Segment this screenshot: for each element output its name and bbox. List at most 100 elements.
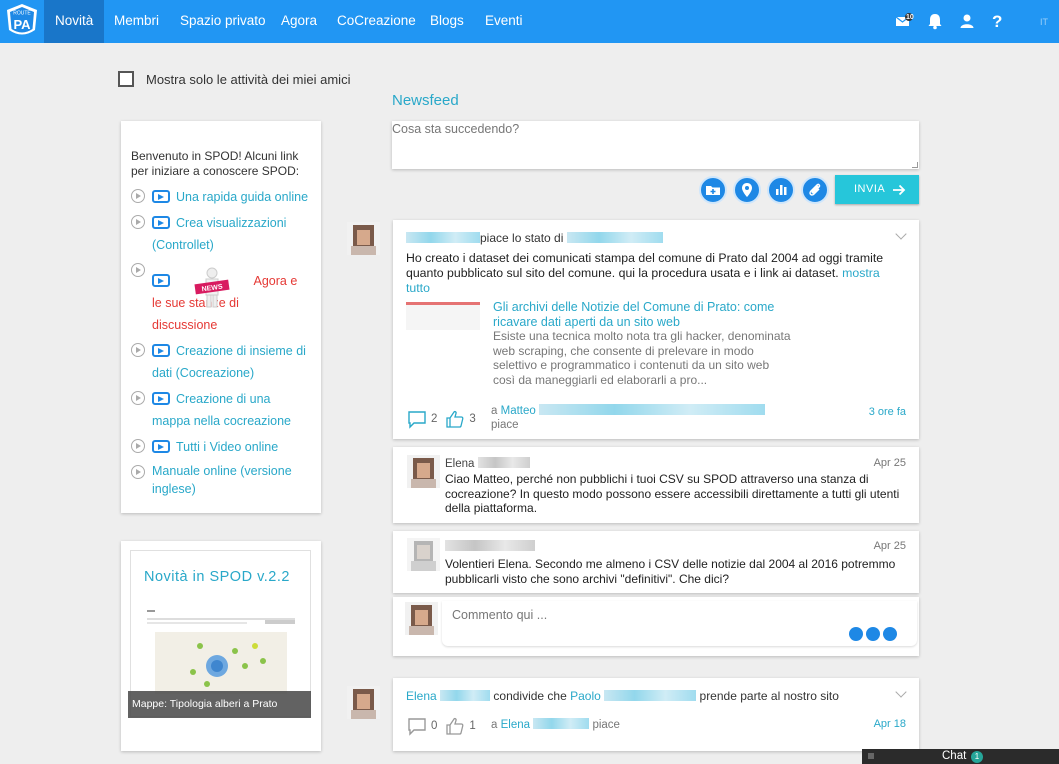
- user-name[interactable]: [477, 457, 530, 468]
- avatar[interactable]: [405, 602, 438, 635]
- post-actions: 0 1: [407, 716, 476, 736]
- user-name[interactable]: [566, 232, 663, 243]
- chat-count-badge: 1: [971, 751, 983, 763]
- thumbs-up-icon[interactable]: [445, 716, 465, 736]
- link-preview-thumbnail[interactable]: [406, 302, 480, 330]
- friends-filter-checkbox[interactable]: [118, 71, 134, 87]
- nav-membri[interactable]: Membri: [103, 0, 170, 43]
- bullet-icon: [131, 263, 145, 277]
- likes-summary: a Elena piace: [491, 718, 620, 731]
- comment-date: Apr 25: [873, 540, 906, 552]
- liker-name-link[interactable]: Elena: [501, 719, 530, 731]
- post-text: Ho creato i dataset dei comunicati stamp…: [406, 251, 884, 295]
- user-name[interactable]: [533, 718, 590, 729]
- user-name-link[interactable]: Elena: [406, 689, 437, 703]
- nav-cocreazione[interactable]: CoCreazione: [326, 0, 427, 43]
- nav-agora[interactable]: Agora: [270, 0, 328, 43]
- attach-file-button[interactable]: [801, 176, 829, 204]
- intro-link-map[interactable]: Creazione di una mappa nella cocreazione: [131, 388, 312, 432]
- avatar[interactable]: [347, 686, 380, 719]
- nav-novita[interactable]: Novità: [44, 0, 105, 43]
- intro-link-agora[interactable]: NEWS Agora e le sue stanze di discussion…: [131, 260, 312, 336]
- post-header: Elena condivide che Paolo prende parte a…: [406, 689, 839, 703]
- status-input-placeholder[interactable]: Cosa sta succedendo?: [392, 121, 519, 136]
- svg-text:ROUTE: ROUTE: [13, 11, 31, 17]
- bell-icon[interactable]: [926, 12, 944, 30]
- comment-icon[interactable]: [407, 716, 427, 736]
- video-play-icon: [152, 392, 170, 405]
- video-play-icon: [152, 216, 170, 229]
- bullet-icon: [131, 465, 145, 479]
- avatar[interactable]: [407, 455, 440, 488]
- thumbs-up-icon[interactable]: [445, 409, 465, 429]
- post-timestamp[interactable]: Apr 18: [874, 718, 906, 730]
- link-preview-title[interactable]: Gli archivi delle Notizie del Comune di …: [493, 300, 793, 330]
- comment-input[interactable]: Commento qui ...: [442, 601, 917, 646]
- bullet-icon: [131, 439, 145, 453]
- comment-input-placeholder[interactable]: Commento qui ...: [452, 608, 547, 622]
- intro-link-videos[interactable]: Tutti i Video online: [131, 436, 312, 458]
- bar-chart-icon: [776, 185, 787, 195]
- nav-blogs[interactable]: Blogs: [419, 0, 475, 43]
- friends-filter[interactable]: Mostra solo le attività dei miei amici: [118, 70, 350, 88]
- newsfeed-title: Newsfeed: [392, 92, 459, 109]
- bullet-icon: [131, 343, 145, 357]
- user-name[interactable]: [445, 540, 535, 551]
- svg-text:PA: PA: [13, 17, 31, 32]
- user-name[interactable]: [440, 690, 491, 701]
- bar-chart-icon[interactable]: [866, 627, 880, 641]
- intro-link-quick-guide[interactable]: Una rapida guida online: [131, 186, 312, 208]
- intro-link-manual[interactable]: Manuale online (versione inglese): [131, 462, 312, 498]
- add-dataset-button[interactable]: [699, 176, 727, 204]
- chat-bar[interactable]: Chat 1: [862, 749, 1059, 764]
- volume-icon[interactable]: [868, 753, 874, 759]
- video-play-icon: [152, 274, 170, 287]
- chevron-down-icon[interactable]: [895, 686, 907, 698]
- welcome-text: Benvenuto in SPOD! Alcuni link per inizi…: [131, 149, 300, 178]
- bullet-icon: [131, 189, 145, 203]
- user-name[interactable]: [538, 404, 765, 415]
- comment-author[interactable]: [445, 540, 535, 553]
- user-name[interactable]: [406, 232, 480, 243]
- send-button[interactable]: INVIA: [835, 175, 919, 204]
- chat-label[interactable]: Chat: [942, 749, 966, 764]
- like-count: 3: [469, 413, 476, 425]
- news-figure-image: NEWS: [193, 266, 231, 310]
- messages-badge: 10: [906, 14, 914, 21]
- comment-text: Ciao Matteo, perché non pubblichi i tuoi…: [445, 472, 900, 516]
- intro-link-visualizations[interactable]: Crea visualizzazioni (Controllet): [131, 212, 312, 256]
- nav-eventi[interactable]: Eventi: [474, 0, 534, 43]
- comment-count: 2: [431, 413, 438, 425]
- nav-spazio-privato[interactable]: Spazio privato: [169, 0, 277, 43]
- chevron-down-icon[interactable]: [895, 228, 907, 240]
- newsfeed-post: piace lo stato di Ho creato i dataset de…: [393, 220, 919, 439]
- intro-link-datasets[interactable]: Creazione di insieme di dati (Cocreazion…: [131, 340, 312, 384]
- liker-name-link[interactable]: Matteo: [501, 405, 536, 417]
- user-icon[interactable]: [958, 12, 976, 30]
- post-timestamp[interactable]: 3 ore fa: [869, 406, 906, 418]
- post-header: piace lo stato di: [406, 231, 663, 245]
- add-chart-button[interactable]: [767, 176, 795, 204]
- comment-text: Volentieri Elena. Secondo me almeno i CS…: [445, 557, 896, 586]
- help-icon[interactable]: ?: [992, 12, 1010, 31]
- whats-new-title: Novità in SPOD v.2.2: [144, 569, 290, 585]
- comment-icon[interactable]: [407, 409, 427, 429]
- add-location-button[interactable]: [733, 176, 761, 204]
- avatar[interactable]: [347, 222, 380, 255]
- folder-plus-icon[interactable]: [849, 627, 863, 641]
- whats-new-card[interactable]: Novità in SPOD v.2.2 Mappe: Tipologia al…: [121, 541, 321, 751]
- friends-filter-label: Mostra solo le attività dei miei amici: [146, 71, 351, 87]
- comment-author[interactable]: Elena: [445, 457, 530, 470]
- route-pa-logo[interactable]: ROUTE PA: [4, 3, 40, 39]
- comment-count: 0: [431, 720, 438, 732]
- newsfeed-post: Elena condivide che Paolo prende parte a…: [393, 678, 919, 751]
- language-selector[interactable]: IT: [1040, 17, 1048, 27]
- status-composer[interactable]: Cosa sta succedendo?: [392, 121, 919, 169]
- folder-plus-icon: [706, 186, 720, 195]
- paperclip-icon[interactable]: [883, 627, 897, 641]
- user-name-link[interactable]: Paolo: [570, 689, 601, 703]
- avatar[interactable]: [407, 538, 440, 571]
- user-name[interactable]: [604, 690, 697, 701]
- resize-handle[interactable]: [912, 162, 918, 168]
- video-play-icon: [152, 190, 170, 203]
